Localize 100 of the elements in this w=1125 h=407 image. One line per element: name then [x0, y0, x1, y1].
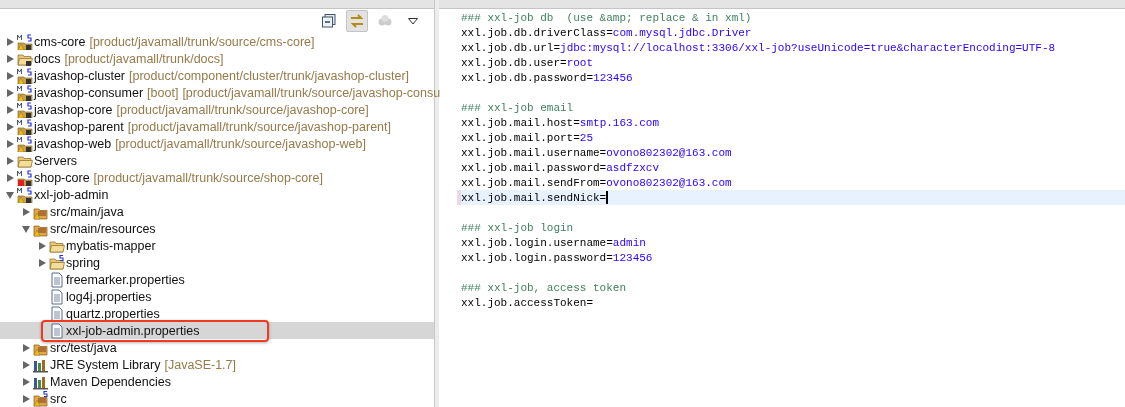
- dots-icon: [378, 15, 392, 27]
- tree-item-label: freemarker.properties: [66, 272, 185, 287]
- tree-item-label: javashop-parent: [34, 119, 124, 134]
- tree-item[interactable]: xxl-job-admin: [0, 186, 434, 203]
- tree-item-label: cms-core: [34, 34, 86, 49]
- property-value: ovono802302@163.com: [606, 176, 732, 189]
- property-value: 123456: [593, 71, 633, 84]
- tree-item[interactable]: xxl-job-admin.properties: [0, 322, 434, 339]
- tree-item[interactable]: Maven Dependencies: [0, 373, 434, 390]
- tree-item[interactable]: freemarker.properties: [0, 271, 434, 288]
- tree-item-label: Servers: [34, 153, 78, 168]
- file-icon: [49, 305, 65, 322]
- repository-path: [product/javamall/trunk/source/javashop-core]: [116, 102, 369, 117]
- repository-path: [product/component/cluster/trunk/javashop-cluster]: [129, 68, 409, 83]
- tree-item[interactable]: Servers: [0, 152, 434, 169]
- tree-item[interactable]: log4j.properties: [0, 288, 434, 305]
- tree-item-label: docs: [34, 51, 61, 66]
- folder-icon: [49, 254, 65, 271]
- code-comment: ### xxl-job, access token: [461, 281, 627, 294]
- repository-path: [product/javamall/trunk/source/javashop-web]: [115, 136, 366, 151]
- tree-item[interactable]: src: [0, 390, 434, 407]
- property-key: xxl.job.db.url=: [461, 41, 561, 54]
- tree-item[interactable]: JRE System Library [JavaSE-1.7]: [0, 356, 434, 373]
- tree-item-label: xxl-job-admin.properties: [66, 323, 200, 338]
- code-comment: ### xxl-job email: [461, 101, 574, 114]
- tree-item-label: javashop-consumer: [34, 85, 144, 100]
- tree-item-label: javashop-core: [34, 102, 113, 117]
- tree-item-label: src/test/java: [50, 340, 117, 355]
- maven-project-icon: [17, 84, 33, 101]
- tree-item[interactable]: docs [product/javamall/trunk/docs]: [0, 50, 434, 67]
- property-value: jdbc:mysql://localhost:3306/xxl-job?useUnicode=true&characterEncoding=UTF-8: [560, 41, 1056, 54]
- tree-item[interactable]: javashop-web [product/javamall/trunk/source/javashop-web]: [0, 135, 434, 152]
- tree-item-label: xxl-job-admin: [34, 187, 109, 202]
- tree-item-label: javashop-web: [34, 136, 112, 151]
- property-value: com.mysql.jdbc.Driver: [612, 26, 752, 39]
- tree-item-label: javashop-cluster: [34, 68, 125, 83]
- tree-item-label: src/main/java: [50, 204, 124, 219]
- tree-item-label: log4j.properties: [66, 289, 152, 304]
- tree-item-label: mybatis-mapper: [66, 238, 156, 253]
- property-value: smtp.163.com: [579, 116, 660, 129]
- repository-path: [product/javamall/trunk/source/javashop-consu: [182, 85, 441, 100]
- tree-item[interactable]: mybatis-mapper: [0, 237, 434, 254]
- tree-item[interactable]: javashop-cluster [product/component/cluster/trunk/javashop-cluster]: [0, 67, 434, 84]
- property-key: xxl.job.mail.sendNick=: [461, 191, 607, 204]
- tree-item[interactable]: javashop-parent [product/javamall/trunk/source/javashop-parent]: [0, 118, 434, 135]
- property-key: xxl.job.mail.username=: [461, 146, 607, 159]
- property-value: 25: [579, 131, 594, 144]
- repository-path: [product/javamall/trunk/source/cms-core]: [89, 34, 315, 49]
- property-value: admin: [612, 236, 646, 249]
- property-value: ovono802302@163.com: [606, 146, 732, 159]
- tree-item[interactable]: spring: [0, 254, 434, 271]
- maven-project-icon: [17, 33, 33, 50]
- tree-item[interactable]: src/test/java: [0, 339, 434, 356]
- maven-project-icon: [17, 118, 33, 135]
- maven-project-error-icon: [17, 169, 33, 186]
- collapse-all-icon: [322, 14, 336, 28]
- link-arrows-icon: [349, 14, 365, 28]
- tree-item[interactable]: src/main/resources: [0, 220, 434, 237]
- property-key: xxl.job.accessToken=: [461, 296, 594, 309]
- file-icon: [49, 322, 65, 339]
- property-key: xxl.job.login.username=: [461, 236, 613, 249]
- repository-path: [product/javamall/trunk/docs]: [64, 51, 224, 66]
- property-key: xxl.job.mail.password=: [461, 161, 607, 174]
- tree-item[interactable]: shop-core [product/javamall/trunk/source/shop-core]: [0, 169, 434, 186]
- tree-item-label: src: [50, 391, 67, 406]
- tree-item[interactable]: src/main/java: [0, 203, 434, 220]
- tree-item-label: quartz.properties: [66, 306, 160, 321]
- tree-item-label: Maven Dependencies: [50, 374, 171, 389]
- tree-item-label: JRE System Library: [50, 357, 161, 372]
- property-value: 123456: [612, 251, 653, 264]
- text-cursor: [606, 191, 608, 204]
- tree-item-label: shop-core: [34, 170, 90, 185]
- property-key: xxl.job.login.password=: [461, 251, 613, 264]
- code-comment: ### xxl-job db (use &amp; replace & in xml): [461, 11, 752, 24]
- maven-project-icon: [17, 135, 33, 152]
- property-key: xxl.job.mail.port=: [461, 131, 580, 144]
- maven-project-icon: [17, 186, 33, 203]
- property-key: xxl.job.db.driverClass=: [461, 26, 613, 39]
- tree-item[interactable]: javashop-core [product/javamall/trunk/source/javashop-core]: [0, 101, 434, 118]
- property-key: xxl.job.db.password=: [461, 71, 594, 84]
- tree-item[interactable]: quartz.properties: [0, 305, 434, 322]
- property-value: root: [566, 56, 594, 69]
- property-value: asdfzxcv: [606, 161, 660, 174]
- repository-path: [JavaSE-1.7]: [164, 357, 237, 372]
- view-menu-icon: [408, 17, 418, 25]
- repository-path: [product/javamall/trunk/source/javashop-parent]: [127, 119, 391, 134]
- property-key: xxl.job.db.user=: [461, 56, 567, 69]
- file-icon: [49, 288, 65, 305]
- tree-item-label: src/main/resources: [50, 221, 156, 236]
- code-comment: ### xxl-job login: [461, 221, 574, 234]
- property-key: xxl.job.mail.host=: [461, 116, 580, 129]
- maven-project-icon: [17, 101, 33, 118]
- maven-project-icon: [17, 67, 33, 84]
- repository-path: [product/javamall/trunk/source/shop-core]: [93, 170, 323, 185]
- tree-item-label: spring: [66, 255, 101, 270]
- repository-path: [boot]: [147, 85, 179, 100]
- file-icon: [49, 271, 65, 288]
- property-key: xxl.job.mail.sendFrom=: [461, 176, 607, 189]
- package-folder-icon: [33, 390, 49, 407]
- tree-item[interactable]: cms-core [product/javamall/trunk/source/cms-core]: [0, 33, 434, 50]
